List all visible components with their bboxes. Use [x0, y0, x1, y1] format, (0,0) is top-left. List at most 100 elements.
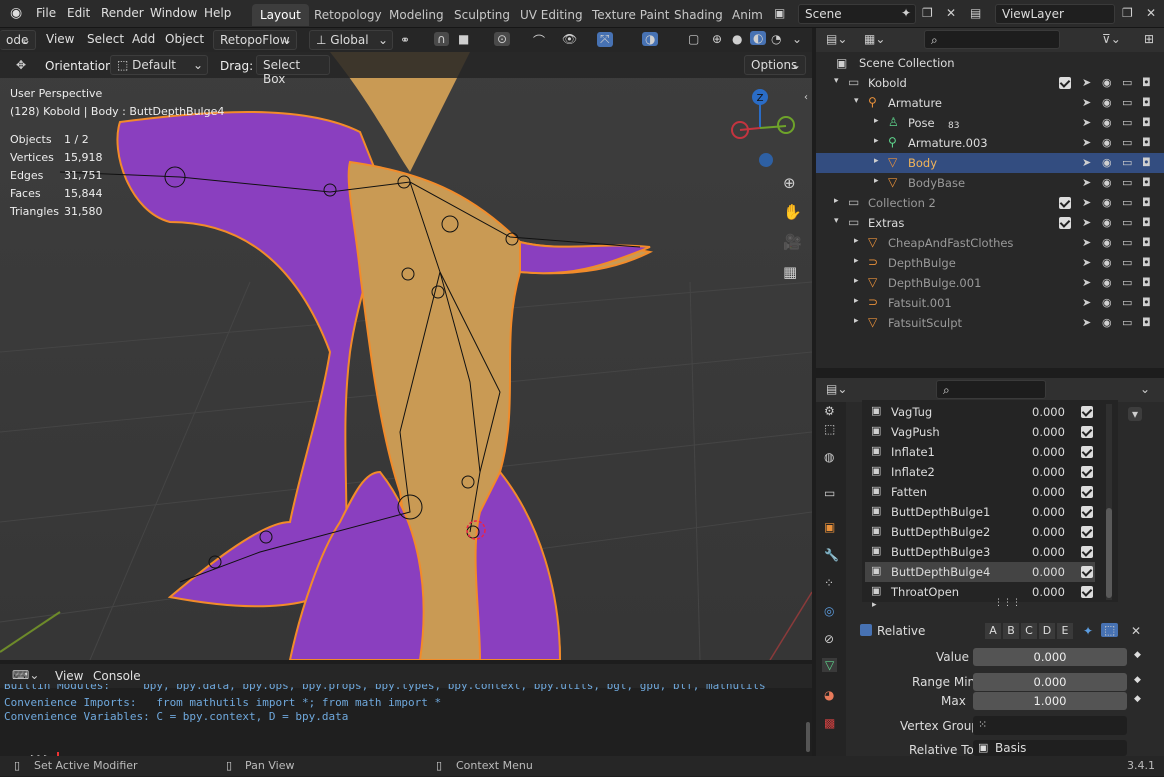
- camera-view-icon[interactable]: 🎥: [783, 233, 802, 251]
- particles-tab-icon[interactable]: ⁘: [824, 576, 834, 590]
- chevron-down-icon[interactable]: ▾: [854, 96, 859, 106]
- cursor-select-icon[interactable]: ➤: [1082, 136, 1091, 149]
- outliner-row[interactable]: ▾ ⚲ Armature ➤ ◉ ▭ ◘: [816, 93, 1164, 113]
- outliner-row[interactable]: ▸ ▽ FatsuitSculpt ➤ ◉ ▭ ◘: [816, 313, 1164, 333]
- render-toggle-icon[interactable]: ◘: [1142, 316, 1151, 329]
- modifier-tab-icon[interactable]: 🔧: [824, 548, 839, 562]
- filter-icon[interactable]: ⊽⌄: [1102, 32, 1121, 46]
- shape-key-value[interactable]: 0.000: [1032, 405, 1065, 419]
- eye-icon[interactable]: ◉: [1102, 136, 1112, 149]
- orientation-dropdown[interactable]: ⬚ Default ⌄: [110, 55, 208, 75]
- xray-toggle-icon[interactable]: ▢: [688, 32, 699, 46]
- eye-icon[interactable]: ◉: [1102, 296, 1112, 309]
- 3d-viewport[interactable]: User Perspective (128) Kobold | Body : B…: [0, 52, 812, 660]
- keyframe-dot-icon[interactable]: ◆: [1134, 650, 1141, 660]
- constraints-tab-icon[interactable]: ⊘: [824, 632, 834, 646]
- tab-layout[interactable]: Layout: [252, 4, 309, 26]
- console-scrollbar[interactable]: [806, 722, 810, 752]
- cursor-select-icon[interactable]: ➤: [1082, 96, 1091, 109]
- menu-window[interactable]: Window: [150, 6, 197, 20]
- eye-icon[interactable]: ◉: [1102, 276, 1112, 289]
- falloff-icon[interactable]: ⌒: [533, 32, 545, 49]
- menu-help[interactable]: Help: [204, 6, 231, 20]
- keyframe-dot-icon[interactable]: ◆: [1134, 694, 1141, 704]
- viewport-toggle-icon[interactable]: ▭: [1122, 76, 1132, 89]
- drag-dropdown[interactable]: Select Box: [256, 55, 330, 86]
- viewport-toggle-icon[interactable]: ▭: [1122, 236, 1132, 249]
- value-field[interactable]: 0.000: [973, 648, 1127, 666]
- render-toggle-icon[interactable]: ◘: [1142, 156, 1151, 169]
- chevron-right-icon[interactable]: ▸: [834, 196, 839, 206]
- console-menu-console[interactable]: Console: [93, 669, 141, 683]
- render-toggle-icon[interactable]: ◘: [1142, 176, 1151, 189]
- outliner-row[interactable]: ▾ ▭ Kobold ➤ ◉ ▭ ◘: [816, 73, 1164, 93]
- eye-icon[interactable]: ◉: [1102, 316, 1112, 329]
- resize-grip-icon[interactable]: ⋮⋮⋮: [994, 598, 1021, 608]
- exclude-checkbox[interactable]: [1059, 217, 1071, 229]
- menu-render[interactable]: Render: [101, 6, 144, 20]
- tab-texture-paint[interactable]: Texture Paint: [584, 4, 677, 26]
- relative-checkbox[interactable]: [860, 624, 872, 636]
- keyframe-dot-icon[interactable]: ◆: [1134, 675, 1141, 685]
- shape-key-value[interactable]: 0.000: [1032, 465, 1065, 479]
- shape-key-row[interactable]: ▣ Fatten 0.000: [865, 482, 1095, 502]
- shape-key-row[interactable]: ▣ ButtDepthBulge1 0.000: [865, 502, 1095, 522]
- shape-key-value[interactable]: 0.000: [1032, 445, 1065, 459]
- shape-key-row[interactable]: ▣ Inflate2 0.000: [865, 462, 1095, 482]
- material-preview-icon[interactable]: ◐: [750, 31, 767, 45]
- physics-tab-icon[interactable]: ◎: [824, 604, 834, 618]
- eye-icon[interactable]: ◉: [1102, 256, 1112, 269]
- render-toggle-icon[interactable]: ◘: [1142, 96, 1151, 109]
- cursor-select-icon[interactable]: ➤: [1082, 316, 1091, 329]
- chevron-down-icon[interactable]: ▾: [834, 216, 839, 226]
- scene-selector[interactable]: Scene: [798, 4, 916, 24]
- rendered-shading-icon[interactable]: ◔: [771, 32, 781, 46]
- letter-a-button[interactable]: A: [985, 623, 1001, 639]
- shape-key-row[interactable]: ▣ Inflate1 0.000: [865, 442, 1095, 462]
- collapse-sidebar-icon[interactable]: ‹: [804, 92, 808, 103]
- shape-key-mute-checkbox[interactable]: [1081, 566, 1093, 578]
- exclude-checkbox[interactable]: [1059, 77, 1071, 89]
- shading-options-icon[interactable]: ⌄: [792, 32, 802, 46]
- render-toggle-icon[interactable]: ◘: [1142, 256, 1151, 269]
- cursor-select-icon[interactable]: ➤: [1082, 256, 1091, 269]
- scene-icon[interactable]: ▣: [774, 6, 785, 20]
- cursor-select-icon[interactable]: ➤: [1082, 236, 1091, 249]
- cursor-select-icon[interactable]: ➤: [1082, 76, 1091, 89]
- collection-tab-icon[interactable]: ▭: [824, 486, 835, 500]
- object-tab-icon[interactable]: ▣: [824, 520, 835, 534]
- viewport-toggle-icon[interactable]: ▭: [1122, 96, 1132, 109]
- render-tab-icon[interactable]: ⬚: [824, 422, 835, 436]
- delete-view-layer-icon[interactable]: ✕: [1146, 6, 1156, 20]
- blender-logo-icon[interactable]: ◉: [10, 5, 22, 21]
- retopoflow-menu[interactable]: RetopoFlow ⌄: [213, 30, 297, 50]
- display-mode-icon[interactable]: ▦⌄: [864, 32, 885, 46]
- shape-key-row[interactable]: ▣ VagPush 0.000: [865, 422, 1095, 442]
- viewport-toggle-icon[interactable]: ▭: [1122, 176, 1132, 189]
- list-scrollbar-thumb[interactable]: [1106, 508, 1112, 598]
- viewport-toggle-icon[interactable]: ▭: [1122, 316, 1132, 329]
- pivot-point-icon[interactable]: ⚭: [400, 33, 410, 47]
- menu-view[interactable]: View: [46, 32, 74, 46]
- exclude-checkbox[interactable]: [1059, 197, 1071, 209]
- solid-shading-icon[interactable]: ●: [732, 32, 742, 46]
- edit-mode-icon[interactable]: ⬚: [1101, 623, 1119, 637]
- properties-search-input[interactable]: ⌕: [936, 380, 1046, 399]
- material-tab-icon[interactable]: ◕: [824, 688, 834, 702]
- cursor-select-icon[interactable]: ➤: [1082, 116, 1091, 129]
- max-field[interactable]: 1.000: [973, 692, 1127, 710]
- letter-c-button[interactable]: C: [1021, 623, 1037, 639]
- outliner-row[interactable]: ▾ ▭ Extras ➤ ◉ ▭ ◘: [816, 213, 1164, 233]
- chevron-right-icon[interactable]: ▸: [874, 116, 879, 126]
- chevron-right-icon[interactable]: ▸: [874, 136, 879, 146]
- shape-key-row[interactable]: ▣ ThroatOpen 0.000: [865, 582, 1095, 602]
- zoom-icon[interactable]: ⊕: [783, 174, 796, 192]
- eye-icon[interactable]: ◉: [1102, 156, 1112, 169]
- tab-sculpting[interactable]: Sculpting: [446, 4, 518, 26]
- eye-icon[interactable]: ◉: [1102, 176, 1112, 189]
- eye-icon[interactable]: ◉: [1102, 236, 1112, 249]
- letter-d-button[interactable]: D: [1039, 623, 1055, 639]
- shape-key-mute-checkbox[interactable]: [1081, 546, 1093, 558]
- new-view-layer-icon[interactable]: ❐: [1122, 6, 1133, 20]
- transform-orientation-selector[interactable]: ⊥ Global ⌄: [309, 30, 393, 50]
